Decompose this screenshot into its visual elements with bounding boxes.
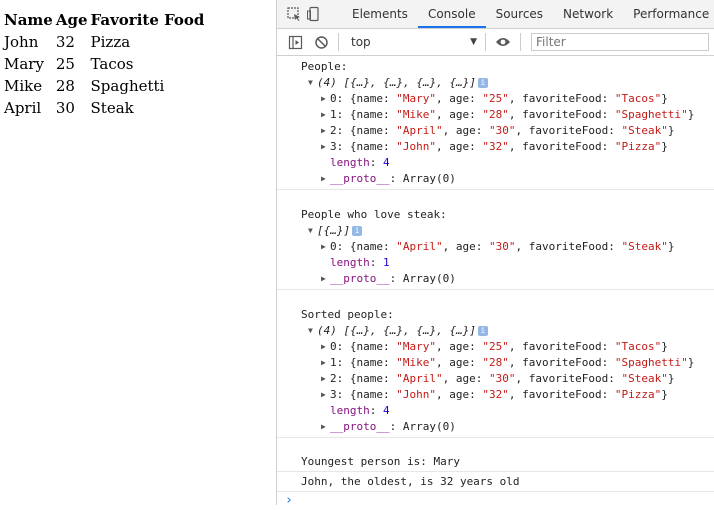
array-proto[interactable]: ▶ __proto__: Array(0) bbox=[301, 171, 714, 187]
sidebar-toggle-icon[interactable] bbox=[286, 33, 304, 51]
toolbar-divider bbox=[520, 33, 521, 51]
table-row: Mary 25 Tacos bbox=[3, 53, 206, 75]
tab-sources[interactable]: Sources bbox=[486, 0, 553, 28]
expand-triangle-icon[interactable]: ▼ bbox=[308, 75, 317, 91]
collapse-triangle-icon[interactable]: ▶ bbox=[321, 239, 330, 255]
tab-network[interactable]: Network bbox=[553, 0, 623, 28]
console-log-sorted-people: Sorted people: ▼ (4) [{…}, {…}, {…}, {…}]… bbox=[277, 290, 714, 438]
console-log-people: People: ▼ (4) [{…}, {…}, {…}, {…}] i ▶ 0: {… bbox=[277, 56, 714, 190]
context-selector[interactable]: top ▼ bbox=[351, 32, 477, 52]
console-output: People: ▼ (4) [{…}, {…}, {…}, {…}] i ▶ 0: {… bbox=[277, 56, 714, 510]
devtools-tabbar: Elements Console Sources Network Perform… bbox=[277, 0, 714, 29]
header-name: Name bbox=[4, 11, 53, 29]
collapse-triangle-icon[interactable]: ▶ bbox=[321, 107, 330, 123]
log-label: People: bbox=[301, 60, 348, 73]
collapse-triangle-icon[interactable]: ▶ bbox=[321, 419, 330, 435]
rendered-page: Name Age Favorite Food John 32 Pizza Mar… bbox=[0, 0, 276, 505]
dropdown-arrow-icon: ▼ bbox=[470, 37, 477, 47]
log-label: Sorted people: bbox=[301, 308, 394, 321]
toolbar-divider bbox=[485, 33, 486, 51]
prompt-chevron-icon: › bbox=[285, 493, 293, 508]
table-row: April 30 Steak bbox=[3, 97, 206, 119]
array-item[interactable]: ▶ 1: {name: "Mike", age: "28", favoriteFo… bbox=[301, 355, 714, 371]
array-length: length: 1 bbox=[330, 256, 390, 269]
toolbar-divider bbox=[338, 33, 339, 51]
array-item[interactable]: ▶ 2: {name: "April", age: "30", favoriteF… bbox=[301, 371, 714, 387]
array-summary[interactable]: ▼ (4) [{…}, {…}, {…}, {…}] i bbox=[301, 323, 714, 339]
array-item[interactable]: ▶ 3: {name: "John", age: "32", favoriteFo… bbox=[301, 139, 714, 155]
console-log-steak-lovers: People who love steak: ▼ [{…}] i ▶ 0: {name… bbox=[277, 190, 714, 290]
info-badge-icon: i bbox=[477, 326, 488, 336]
info-badge-icon: i bbox=[352, 226, 363, 236]
devtools-panel: Elements Console Sources Network Perform… bbox=[276, 0, 714, 508]
console-log-youngest: Youngest person is: Mary bbox=[277, 438, 714, 472]
cell-food: Spaghetti bbox=[90, 77, 165, 95]
expand-triangle-icon[interactable]: ▼ bbox=[308, 323, 317, 339]
expand-triangle-icon[interactable]: ▼ bbox=[308, 223, 317, 239]
console-prompt[interactable]: › bbox=[277, 492, 714, 510]
log-message: John, the oldest, is 32 years old bbox=[301, 475, 520, 488]
cell-age: 25 bbox=[55, 55, 75, 73]
inspect-element-icon[interactable] bbox=[286, 5, 302, 23]
array-summary[interactable]: ▼ (4) [{…}, {…}, {…}, {…}] i bbox=[301, 75, 714, 91]
info-badge-icon: i bbox=[477, 78, 488, 88]
clear-console-icon[interactable] bbox=[312, 33, 330, 51]
log-label: People who love steak: bbox=[301, 208, 447, 221]
cell-name: Mike bbox=[4, 77, 43, 95]
array-proto[interactable]: ▶ __proto__: Array(0) bbox=[301, 419, 714, 435]
cell-name: John bbox=[4, 33, 39, 51]
array-proto[interactable]: ▶ __proto__: Array(0) bbox=[301, 271, 714, 287]
table-row: Mike 28 Spaghetti bbox=[3, 75, 206, 97]
collapse-triangle-icon[interactable]: ▶ bbox=[321, 139, 330, 155]
array-length: length: 4 bbox=[330, 156, 390, 169]
device-toolbar-icon[interactable] bbox=[306, 5, 322, 23]
cell-food: Tacos bbox=[90, 55, 134, 73]
collapse-triangle-icon[interactable]: ▶ bbox=[321, 123, 330, 139]
context-value: top bbox=[351, 35, 371, 49]
cell-name: Mary bbox=[4, 55, 44, 73]
array-item[interactable]: ▶ 0: {name: "April", age: "30", favoriteF… bbox=[301, 239, 714, 255]
array-item[interactable]: ▶ 0: {name: "Mary", age: "25", favoriteFo… bbox=[301, 339, 714, 355]
log-message: Youngest person is: Mary bbox=[301, 455, 460, 468]
console-log-oldest: John, the oldest, is 32 years old bbox=[277, 472, 714, 492]
tab-performance[interactable]: Performance bbox=[623, 0, 714, 28]
people-table: Name Age Favorite Food John 32 Pizza Mar… bbox=[3, 10, 206, 119]
array-length: length: 4 bbox=[330, 404, 390, 417]
console-filter-input[interactable] bbox=[531, 33, 709, 51]
tab-elements[interactable]: Elements bbox=[342, 0, 418, 28]
cell-food: Steak bbox=[90, 99, 134, 117]
live-expression-eye-icon[interactable] bbox=[494, 33, 512, 51]
collapse-triangle-icon[interactable]: ▶ bbox=[321, 355, 330, 371]
array-item[interactable]: ▶ 0: {name: "Mary", age: "25", favoriteFo… bbox=[301, 91, 714, 107]
array-item[interactable]: ▶ 3: {name: "John", age: "32", favoriteFo… bbox=[301, 387, 714, 403]
table-row: John 32 Pizza bbox=[3, 31, 206, 53]
collapse-triangle-icon[interactable]: ▶ bbox=[321, 387, 330, 403]
cell-age: 30 bbox=[55, 99, 75, 117]
header-food: Favorite Food bbox=[90, 11, 205, 29]
collapse-triangle-icon[interactable]: ▶ bbox=[321, 271, 330, 287]
array-summary[interactable]: ▼ [{…}] i bbox=[301, 223, 714, 239]
collapse-triangle-icon[interactable]: ▶ bbox=[321, 171, 330, 187]
header-age: Age bbox=[55, 11, 88, 29]
cell-age: 32 bbox=[55, 33, 75, 51]
array-item[interactable]: ▶ 1: {name: "Mike", age: "28", favoriteFo… bbox=[301, 107, 714, 123]
collapse-triangle-icon[interactable]: ▶ bbox=[321, 371, 330, 387]
collapse-triangle-icon[interactable]: ▶ bbox=[321, 91, 330, 107]
console-toolbar: top ▼ bbox=[277, 29, 714, 56]
collapse-triangle-icon[interactable]: ▶ bbox=[321, 339, 330, 355]
cell-name: April bbox=[4, 99, 42, 117]
table-header-row: Name Age Favorite Food bbox=[3, 10, 206, 31]
cell-age: 28 bbox=[55, 77, 75, 95]
array-item[interactable]: ▶ 2: {name: "April", age: "30", favoriteF… bbox=[301, 123, 714, 139]
tab-console[interactable]: Console bbox=[417, 0, 486, 28]
cell-food: Pizza bbox=[90, 33, 131, 51]
